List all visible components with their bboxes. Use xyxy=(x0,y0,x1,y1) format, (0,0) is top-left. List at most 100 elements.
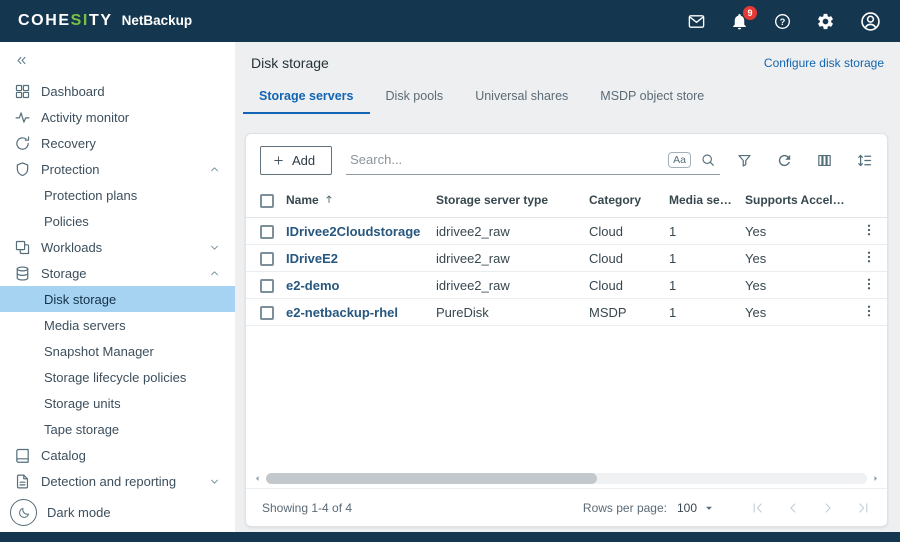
first-page-icon[interactable] xyxy=(750,500,766,516)
sidebar-item-label: Activity monitor xyxy=(41,110,129,125)
triangle-left-icon[interactable] xyxy=(253,474,262,483)
plus-icon xyxy=(272,154,285,167)
storage-servers-table: Name Storage server type Category Media … xyxy=(246,183,887,326)
refresh-icon[interactable] xyxy=(776,152,793,169)
column-header-name[interactable]: Name xyxy=(280,183,430,217)
table-row[interactable]: IDriveE2idrivee2_rawCloud1Yes xyxy=(246,244,887,271)
table-body: IDrivee2Cloudstorageidrivee2_rawCloud1Ye… xyxy=(246,217,887,325)
table-row[interactable]: e2-demoidrivee2_rawCloud1Yes xyxy=(246,271,887,298)
sidebar-item-storage[interactable]: Storage xyxy=(0,260,235,286)
triangle-right-icon[interactable] xyxy=(871,474,880,483)
column-header-storage-server-type[interactable]: Storage server type xyxy=(430,183,583,217)
recovery-icon xyxy=(14,135,31,152)
account-icon xyxy=(859,10,882,33)
cell-supports-accelerator: Yes xyxy=(739,298,851,325)
sidebar-item-activity-monitor[interactable]: Activity monitor xyxy=(0,104,235,130)
storage-server-link[interactable]: IDrivee2Cloudstorage xyxy=(286,224,420,239)
pagination xyxy=(750,500,871,516)
showing-count: Showing 1-4 of 4 xyxy=(262,501,352,515)
sidebar-item-tape-storage[interactable]: Tape storage xyxy=(0,416,235,442)
topbar: COHESITY NetBackup 9 ? xyxy=(0,0,900,42)
add-button[interactable]: Add xyxy=(260,146,332,175)
messages-button[interactable] xyxy=(687,12,706,31)
row-checkbox[interactable] xyxy=(260,279,274,293)
row-checkbox[interactable] xyxy=(260,225,274,239)
table-row[interactable]: e2-netbackup-rhelPureDiskMSDP1Yes xyxy=(246,298,887,325)
dark-mode-toggle[interactable]: Dark mode xyxy=(10,499,111,526)
sidebar-item-dashboard[interactable]: Dashboard xyxy=(0,78,235,104)
sidebar-item-detection-and-reporting[interactable]: Detection and reporting xyxy=(0,468,235,494)
chevron-right-icon[interactable] xyxy=(820,500,836,516)
row-checkbox[interactable] xyxy=(260,252,274,266)
storage-server-link[interactable]: e2-netbackup-rhel xyxy=(286,305,398,320)
settings-button[interactable] xyxy=(816,12,835,31)
row-checkbox[interactable] xyxy=(260,306,274,320)
tab-disk-pools[interactable]: Disk pools xyxy=(370,81,460,114)
account-button[interactable] xyxy=(859,10,882,33)
sidebar-item-policies[interactable]: Policies xyxy=(0,208,235,234)
sidebar-item-snapshot-manager[interactable]: Snapshot Manager xyxy=(0,338,235,364)
storage-server-link[interactable]: IDriveE2 xyxy=(286,251,338,266)
table-row[interactable]: IDrivee2Cloudstorageidrivee2_rawCloud1Ye… xyxy=(246,217,887,244)
cohesity-logo: COHESITY NetBackup xyxy=(18,12,192,30)
sidebar-item-protection[interactable]: Protection xyxy=(0,156,235,182)
cell-storage-server-type: idrivee2_raw xyxy=(430,217,583,244)
product-name: NetBackup xyxy=(122,13,193,28)
collapse-sidebar-icon[interactable] xyxy=(14,53,29,68)
tab-label: MSDP object store xyxy=(600,89,704,103)
row-actions-kebab-icon[interactable] xyxy=(861,276,877,292)
cell-storage-server-type: idrivee2_raw xyxy=(430,271,583,298)
cell-supports-accelerator: Yes xyxy=(739,217,851,244)
column-header-media-serv[interactable]: Media serv... xyxy=(663,183,739,217)
tab-universal-shares[interactable]: Universal shares xyxy=(459,81,584,114)
column-header-label: Media serv... xyxy=(669,193,739,207)
scrollbar-track[interactable] xyxy=(266,473,867,484)
sidebar-item-catalog[interactable]: Catalog xyxy=(0,442,235,468)
sidebar-item-media-servers[interactable]: Media servers xyxy=(0,312,235,338)
line-spacing-icon[interactable] xyxy=(856,152,873,169)
column-header-supports-accelerator[interactable]: Supports Accelerator xyxy=(739,183,851,217)
sidebar-item-label: Media servers xyxy=(44,318,126,333)
select-all-checkbox[interactable] xyxy=(260,194,274,208)
configure-disk-storage-link[interactable]: Configure disk storage xyxy=(764,56,884,70)
moon-icon xyxy=(17,506,31,520)
sidebar-item-workloads[interactable]: Workloads xyxy=(0,234,235,260)
sidebar-item-label: Storage units xyxy=(44,396,121,411)
help-button[interactable]: ? xyxy=(773,12,792,31)
sidebar-item-recovery[interactable]: Recovery xyxy=(0,130,235,156)
row-actions-kebab-icon[interactable] xyxy=(861,222,877,238)
tab-storage-servers[interactable]: Storage servers xyxy=(243,81,370,114)
storage-server-link[interactable]: e2-demo xyxy=(286,278,339,293)
match-case-button[interactable]: Aa xyxy=(668,152,691,168)
catalog-icon xyxy=(14,447,31,464)
cell-media-servers: 1 xyxy=(663,217,739,244)
search-input[interactable] xyxy=(350,152,659,167)
row-actions-kebab-icon[interactable] xyxy=(861,249,877,265)
chevron-left-icon[interactable] xyxy=(785,500,801,516)
tab-label: Storage servers xyxy=(259,89,354,103)
storage-servers-card: Add Aa xyxy=(245,133,888,527)
cell-supports-accelerator: Yes xyxy=(739,271,851,298)
scrollbar-thumb[interactable] xyxy=(266,473,597,484)
columns-icon[interactable] xyxy=(816,152,833,169)
cell-supports-accelerator: Yes xyxy=(739,244,851,271)
sidebar-item-storage-lifecycle-policies[interactable]: Storage lifecycle policies xyxy=(0,364,235,390)
main-content: Disk storage Configure disk storage Stor… xyxy=(235,42,900,532)
sidebar-item-label: Recovery xyxy=(41,136,96,151)
sidebar-item-protection-plans[interactable]: Protection plans xyxy=(0,182,235,208)
rows-per-page-value: 100 xyxy=(677,501,697,515)
notifications-button[interactable]: 9 xyxy=(730,12,749,31)
workloads-icon xyxy=(14,239,31,256)
sidebar-item-label: Disk storage xyxy=(44,292,116,307)
tab-msdp-object-store[interactable]: MSDP object store xyxy=(584,81,720,114)
row-actions-kebab-icon[interactable] xyxy=(861,303,877,319)
rows-per-page-select[interactable]: 100 xyxy=(677,501,716,515)
sort-ascending-icon xyxy=(323,193,335,205)
search-icon[interactable] xyxy=(700,152,716,168)
last-page-icon[interactable] xyxy=(855,500,871,516)
filter-icon[interactable] xyxy=(736,152,753,169)
column-header-category[interactable]: Category xyxy=(583,183,663,217)
sidebar-item-disk-storage[interactable]: Disk storage xyxy=(0,286,235,312)
sidebar-item-storage-units[interactable]: Storage units xyxy=(0,390,235,416)
activity-icon xyxy=(14,109,31,126)
